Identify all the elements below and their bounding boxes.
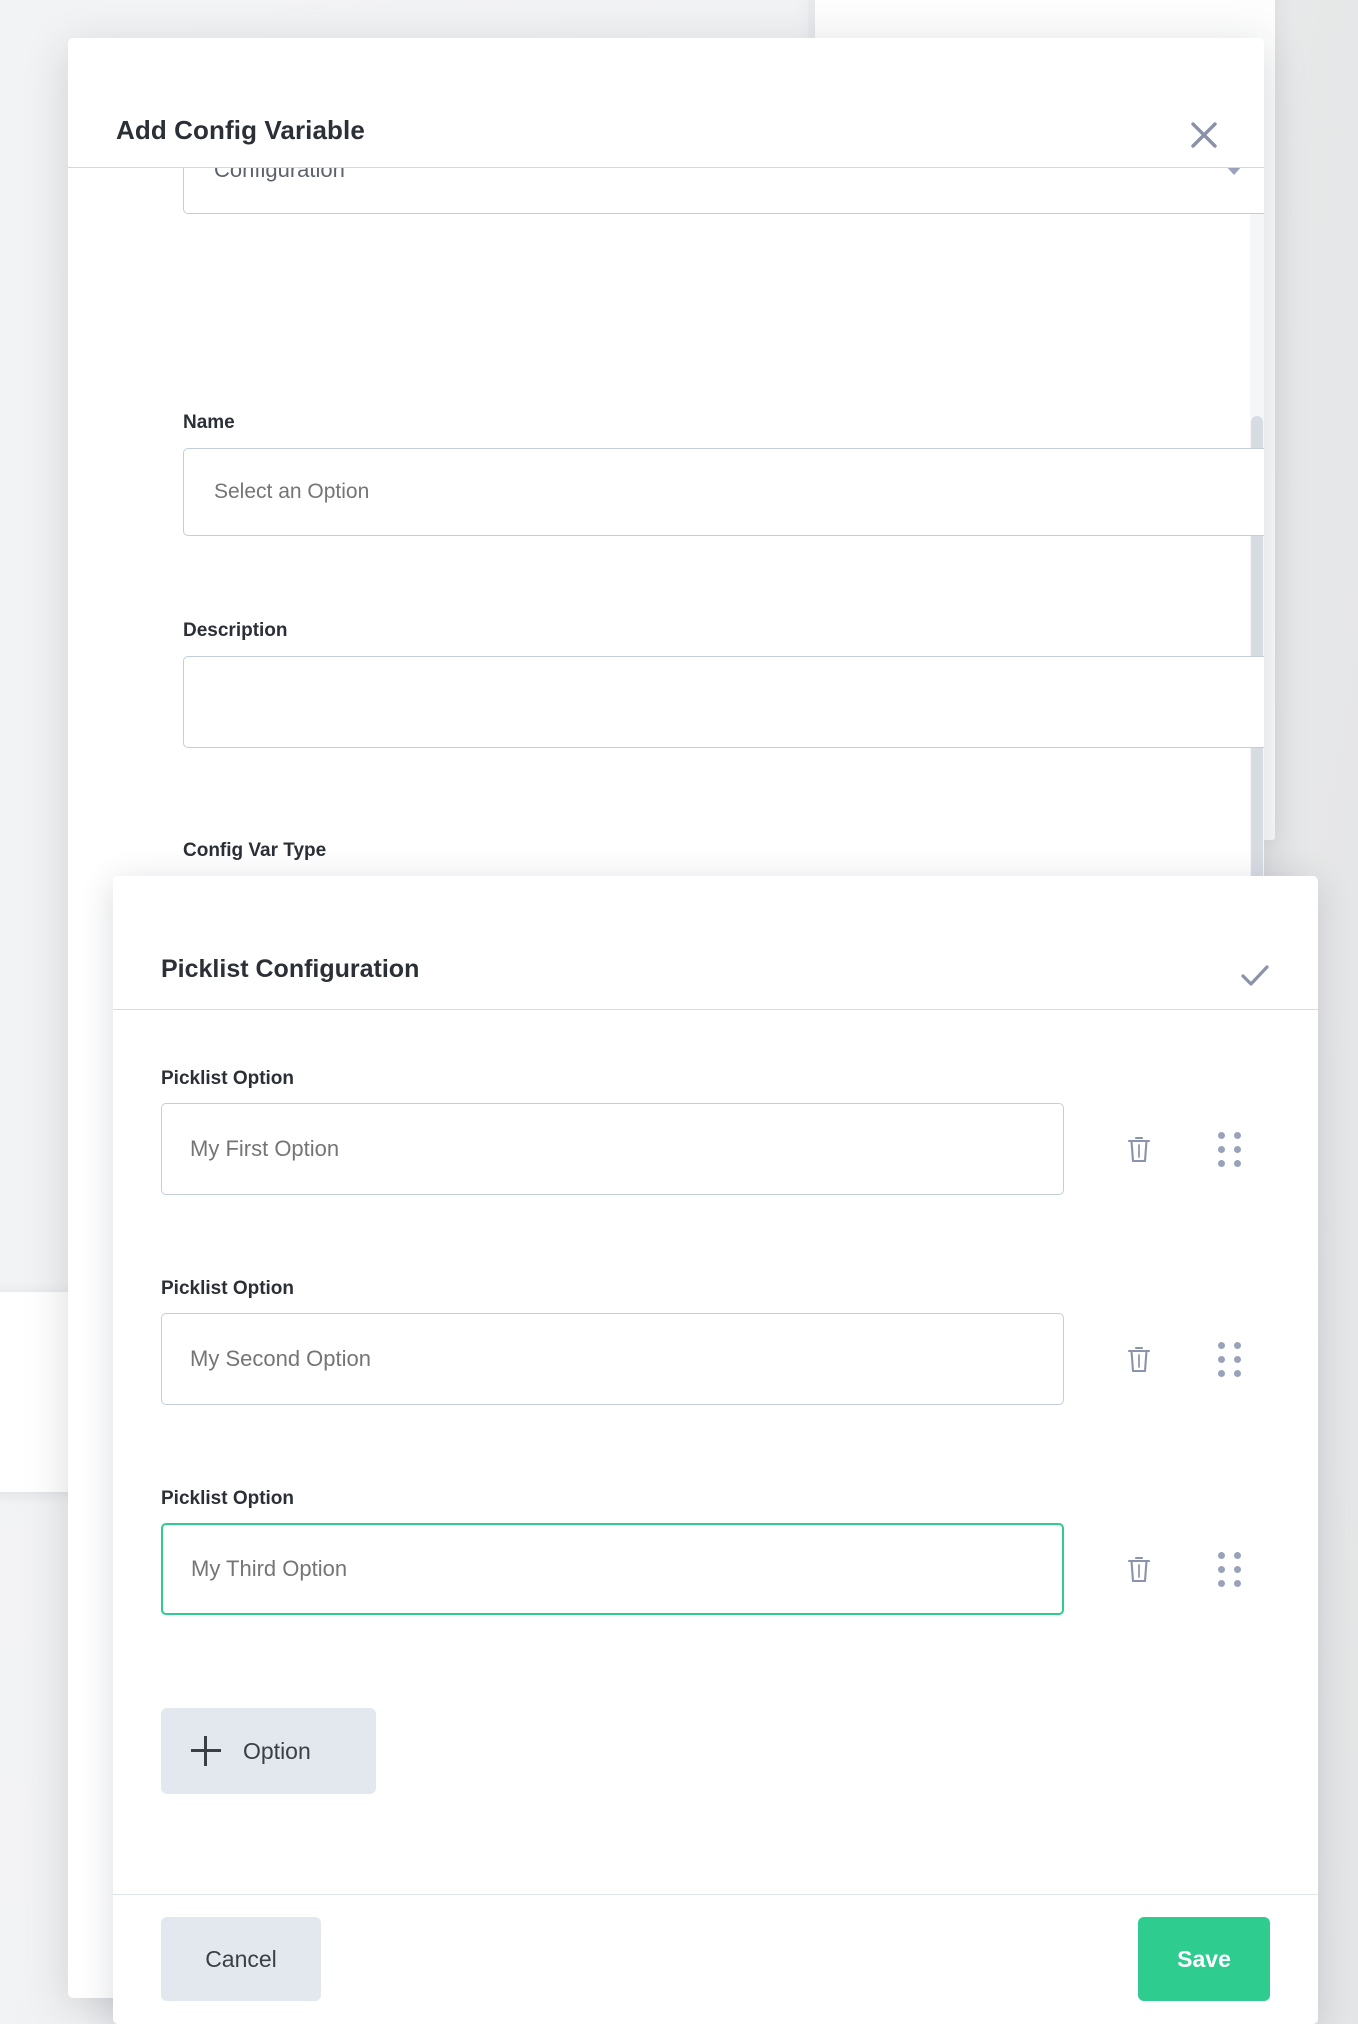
trash-icon[interactable]	[1119, 1337, 1159, 1381]
check-icon[interactable]	[1234, 954, 1276, 996]
chevron-down-icon	[1225, 168, 1243, 175]
name-label: Name	[183, 412, 235, 433]
drag-handle-icon[interactable]	[1212, 1127, 1246, 1171]
config-var-type-label: Config Var Type	[183, 840, 327, 861]
picklist-title: Picklist Configuration	[161, 955, 420, 983]
trash-icon[interactable]	[1119, 1547, 1159, 1591]
drag-handle-icon[interactable]	[1212, 1337, 1246, 1381]
drag-handle-icon[interactable]	[1212, 1547, 1246, 1591]
name-field: Name	[183, 412, 1264, 536]
drag-handle-dots	[1217, 1131, 1241, 1167]
configuration-field: Configuration	[183, 168, 1264, 214]
picklist-configuration-dialog: Picklist Configuration Picklist Option M…	[113, 876, 1318, 2024]
cancel-button[interactable]: Cancel	[161, 1917, 321, 2001]
picklist-option-row: Picklist Option	[161, 1068, 1281, 1195]
dialog-header: Add Config Variable	[68, 38, 1264, 168]
picklist-header: Picklist Configuration	[113, 876, 1318, 1010]
picklist-option-input-focused[interactable]	[161, 1523, 1064, 1615]
picklist-option-label: Picklist Option	[161, 1068, 295, 1089]
picklist-option-label: Picklist Option	[161, 1488, 295, 1509]
picklist-option-input[interactable]	[161, 1313, 1064, 1405]
configuration-selected-value: Configuration	[214, 168, 345, 182]
trash-icon[interactable]	[1119, 1127, 1159, 1171]
drag-handle-dots	[1217, 1341, 1241, 1377]
picklist-option-line	[161, 1103, 1281, 1195]
description-label: Description	[183, 620, 288, 641]
picklist-body: Picklist Option My First Option Picklist…	[113, 1010, 1318, 1894]
name-input[interactable]	[183, 448, 1264, 536]
picklist-option-line	[161, 1313, 1281, 1405]
description-field: Description	[183, 620, 1264, 748]
drag-handle-dots	[1217, 1551, 1241, 1587]
description-input[interactable]	[183, 656, 1264, 748]
page-title: Add Config Variable	[116, 115, 365, 145]
picklist-option-label: Picklist Option	[161, 1278, 295, 1299]
configuration-select[interactable]: Configuration	[183, 168, 1264, 214]
picklist-option-input[interactable]	[161, 1103, 1064, 1195]
plus-icon	[191, 1736, 221, 1766]
dialog-footer: Cancel Save	[113, 1894, 1318, 2024]
picklist-option-line	[161, 1523, 1281, 1615]
picklist-option-row: Picklist Option	[161, 1278, 1281, 1405]
add-option-button[interactable]: Option	[161, 1708, 376, 1794]
picklist-option-row: Picklist Option	[161, 1488, 1281, 1615]
close-icon[interactable]	[1182, 113, 1226, 157]
add-option-label: Option	[243, 1737, 311, 1764]
save-button[interactable]: Save	[1138, 1917, 1270, 2001]
